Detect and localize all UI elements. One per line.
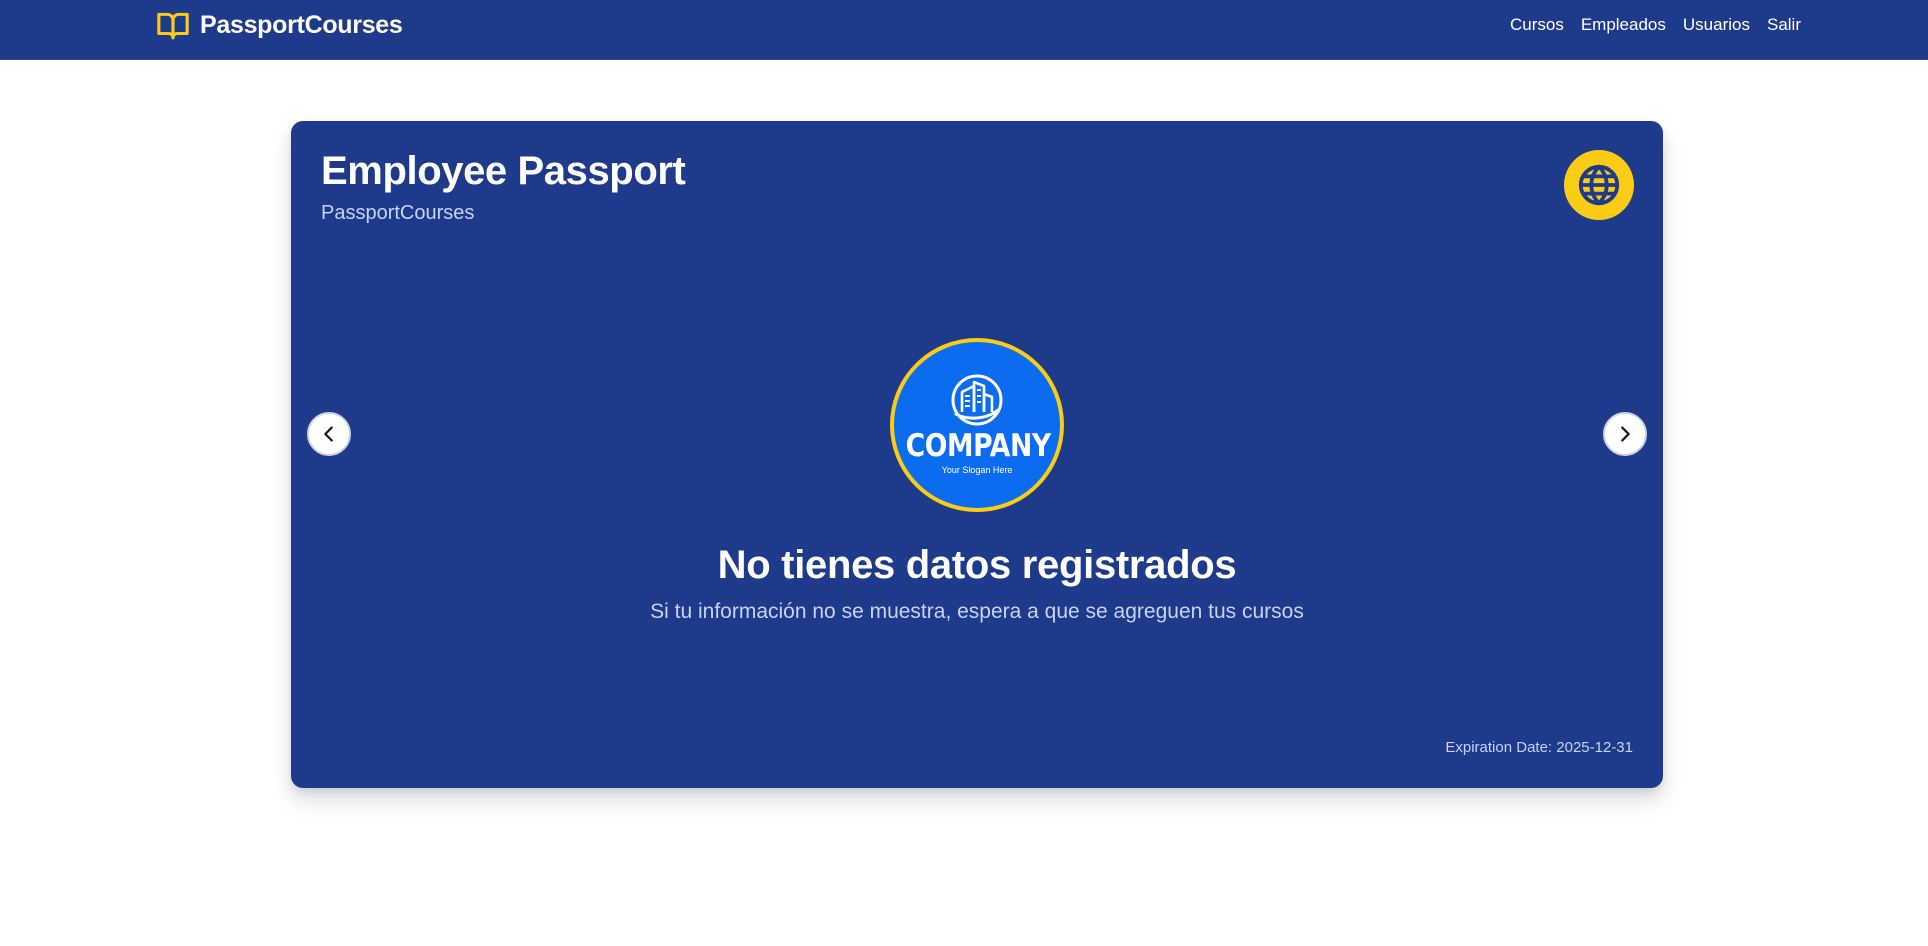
nav-link-usuarios[interactable]: Usuarios — [1683, 15, 1750, 35]
carousel-next-button[interactable] — [1603, 412, 1647, 456]
empty-state-title: No tienes datos registrados — [717, 543, 1237, 587]
chevron-right-icon — [1621, 426, 1630, 442]
nav-link-cursos[interactable]: Cursos — [1510, 15, 1564, 35]
building-globe-icon — [951, 374, 1003, 426]
company-logo-name: COMPANY — [905, 428, 1052, 464]
book-open-icon — [157, 12, 189, 40]
expiration-date: Expiration Date: 2025-12-31 — [1445, 739, 1633, 756]
top-navbar: PassportCourses Cursos Empleados Usuario… — [0, 0, 1928, 60]
company-logo-slogan: Your Slogan Here — [941, 465, 1013, 475]
nav-link-salir[interactable]: Salir — [1767, 15, 1801, 35]
chevron-left-icon — [324, 426, 333, 442]
globe-icon — [1578, 164, 1620, 206]
brand-link[interactable]: PassportCourses — [156, 8, 403, 42]
nav-links: Cursos Empleados Usuarios Salir — [1510, 13, 1801, 37]
brand-name: PassportCourses — [200, 10, 403, 39]
empty-state-message: Si tu información no se muestra, espera … — [650, 600, 1304, 623]
nav-link-empleados[interactable]: Empleados — [1581, 15, 1666, 35]
passport-title: Employee Passport — [321, 149, 686, 193]
company-logo: COMPANY Your Slogan Here — [890, 338, 1064, 512]
globe-badge — [1564, 150, 1634, 220]
carousel-prev-button[interactable] — [307, 412, 351, 456]
employee-passport-card: Employee Passport PassportCourses COMPAN… — [291, 121, 1663, 788]
passport-subtitle: PassportCourses — [321, 202, 475, 224]
